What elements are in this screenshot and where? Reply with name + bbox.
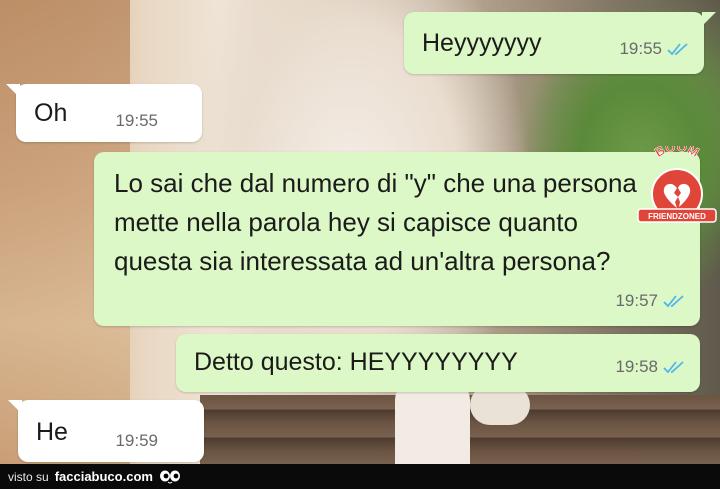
message-meta: 19:55 — [115, 104, 158, 138]
message-text: Detto questo: HEYYYYYYYY — [194, 348, 518, 376]
footer-prefix: visto su — [8, 469, 49, 484]
message-meta: 19:59 — [115, 424, 158, 458]
read-ticks-icon — [663, 361, 684, 374]
bubble-tail — [702, 12, 716, 26]
message-time: 19:58 — [615, 357, 658, 376]
message-text: Lo sai che dal numero di "y" che una per… — [114, 168, 637, 276]
friendzoned-stamp: BOOM FRIENDZONED — [637, 146, 717, 223]
watermark-footer: visto su facciabuco.com — [0, 464, 720, 489]
message-time: 19:59 — [115, 431, 158, 450]
message-time: 19:57 — [615, 291, 658, 310]
message-text: He — [36, 418, 68, 446]
message-meta: 19:55 — [619, 32, 692, 66]
message-bubble-outgoing[interactable]: Lo sai che dal numero di "y" che una per… — [94, 152, 700, 326]
read-ticks-icon — [663, 295, 684, 308]
message-meta: 19:57 — [615, 284, 688, 318]
eyes-icon — [159, 470, 180, 483]
message-bubble-incoming[interactable]: He 19:59 — [8, 400, 204, 462]
stamp-top-text: BOOM — [652, 146, 702, 160]
read-ticks-icon — [667, 43, 688, 56]
background-dog-leg — [395, 380, 470, 464]
svg-text:BOOM: BOOM — [652, 146, 702, 160]
message-meta: 19:58 — [615, 350, 688, 384]
message-time: 19:55 — [115, 111, 158, 130]
message-text: Heyyyyyyy — [422, 29, 542, 57]
stamp-banner-text: FRIENDZONED — [648, 212, 706, 221]
chat-screenshot: Heyyyyyyy 19:55 Oh 19:55 Lo sai che dal … — [0, 0, 720, 464]
bubble-tail — [8, 400, 22, 414]
footer-site[interactable]: facciabuco.com — [55, 469, 153, 484]
message-bubble-incoming[interactable]: Oh 19:55 — [6, 84, 202, 142]
message-bubble-outgoing[interactable]: Detto questo: HEYYYYYYYY 19:58 — [176, 334, 700, 392]
message-time: 19:55 — [619, 39, 662, 58]
message-bubble-outgoing[interactable]: Heyyyyyyy 19:55 — [404, 12, 716, 74]
bubble-tail — [6, 84, 20, 98]
message-text: Oh — [34, 99, 68, 127]
